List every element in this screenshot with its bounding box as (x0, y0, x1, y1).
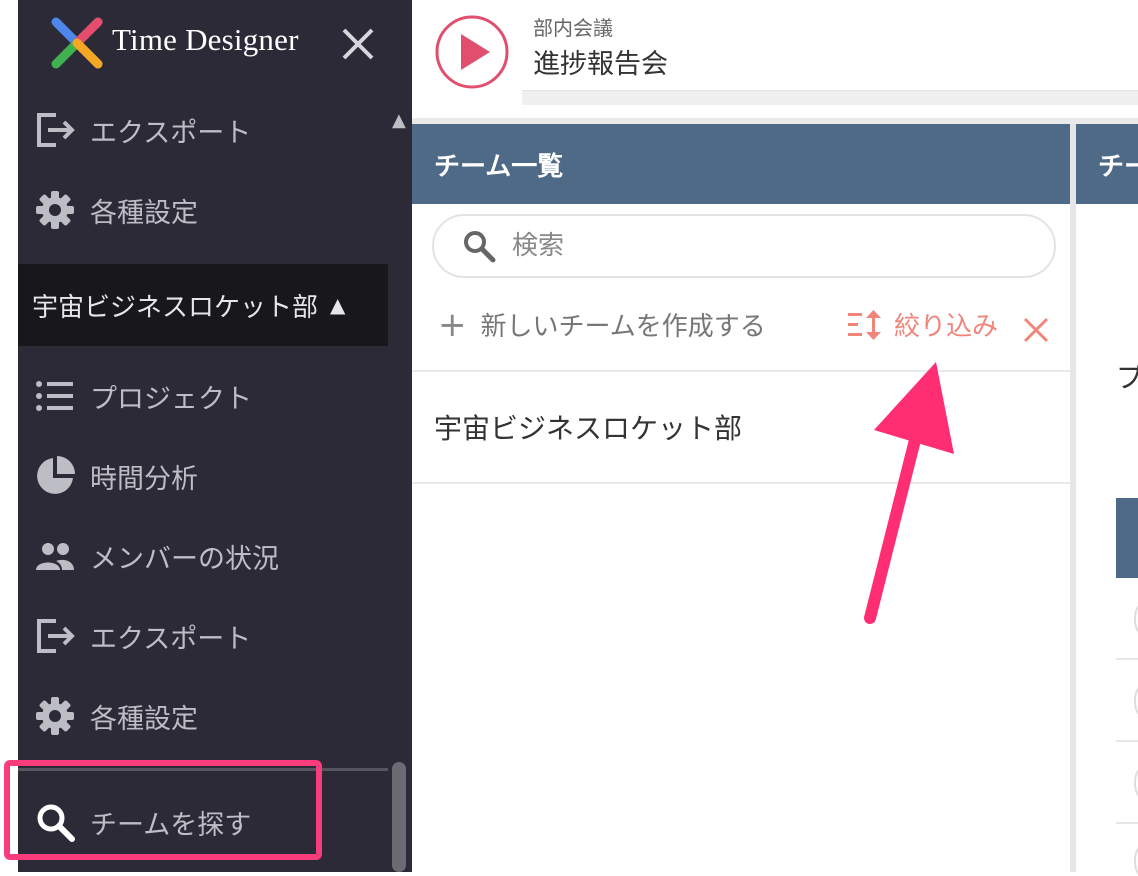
sidebar-item-label: 各種設定 (90, 197, 198, 229)
sidebar-section-team[interactable]: 宇宙ビジネスロケット部 ▲ (18, 264, 388, 346)
gear-icon (34, 695, 76, 737)
team-list-header: チーム一覧 (412, 124, 1070, 204)
sidebar-item-export-top[interactable]: エクスポート (34, 100, 251, 160)
close-icon[interactable] (340, 26, 376, 62)
header-progress-bar (522, 90, 1138, 105)
sidebar-item-members[interactable]: メンバーの状況 (34, 526, 279, 586)
create-team-button[interactable]: + 新しいチームを作成する (438, 306, 766, 343)
sidebar: Time Designer ▲ エクスポート 各種設定 宇宙ビジネスロケット部 … (18, 0, 412, 872)
list-icon (34, 375, 76, 417)
sidebar-item-projects[interactable]: プロジェクト (34, 366, 252, 426)
sidebar-item-settings[interactable]: 各種設定 (34, 686, 198, 746)
triangle-up-icon: ▲ (330, 293, 346, 317)
sidebar-item-time-analysis[interactable]: 時間分析 (34, 446, 198, 506)
sidebar-item-label: メンバーの状況 (90, 543, 279, 575)
export-icon (34, 109, 76, 151)
right-panel-divider (1116, 822, 1138, 824)
right-panel-row-marker[interactable] (1134, 604, 1138, 634)
scroll-up-arrow[interactable]: ▲ (392, 110, 406, 131)
sidebar-item-label: プロジェクト (90, 383, 252, 415)
play-icon[interactable] (434, 14, 510, 90)
sidebar-item-export[interactable]: エクスポート (34, 606, 251, 666)
app-logo-icon (51, 17, 103, 69)
right-panel-divider (1116, 658, 1138, 660)
right-panel-row-marker[interactable] (1134, 768, 1138, 798)
filter-label: 絞り込み (894, 312, 999, 342)
section-label: 宇宙ビジネスロケット部 (32, 292, 319, 323)
list-divider (412, 482, 1070, 484)
people-icon (34, 535, 76, 577)
right-panel-divider (1116, 740, 1138, 742)
right-panel-text: プ (1116, 361, 1138, 394)
panel-title: チーム一覧 (434, 151, 564, 182)
sort-filter-icon (848, 309, 881, 340)
team-name: 宇宙ビジネスロケット部 (434, 412, 743, 445)
search-icon (464, 231, 496, 263)
meeting-title: 進捗報告会 (533, 49, 668, 80)
highlight-annotation (4, 760, 322, 860)
sidebar-item-label: 時間分析 (90, 463, 198, 495)
export-icon (34, 615, 76, 657)
sidebar-item-label: 各種設定 (90, 703, 198, 735)
meeting-category: 部内会議 (533, 16, 613, 40)
panel-separator[interactable] (1070, 124, 1076, 872)
right-panel-header: チー (1076, 124, 1138, 204)
sidebar-item-label: エクスポート (90, 623, 252, 655)
sidebar-scrollbar[interactable] (392, 762, 406, 872)
right-panel-title: チー (1098, 151, 1138, 182)
pie-chart-icon (34, 455, 76, 497)
team-search-input[interactable] (510, 230, 994, 262)
annotation-arrow-icon (864, 362, 954, 624)
plus-icon: + (438, 304, 467, 345)
gear-icon (34, 189, 76, 231)
team-list-item[interactable]: 宇宙ビジネスロケット部 (412, 372, 1070, 482)
right-panel-table-header (1116, 498, 1138, 578)
create-team-label: 新しいチームを作成する (480, 312, 766, 342)
clear-filter-icon[interactable] (1022, 316, 1050, 344)
app-title: Time Designer (112, 22, 299, 57)
filter-button[interactable]: 絞り込み (846, 306, 998, 343)
sidebar-item-label: エクスポート (90, 117, 252, 149)
right-panel-row-marker[interactable] (1134, 686, 1138, 716)
team-search-box[interactable] (432, 214, 1056, 278)
sidebar-item-settings-top[interactable]: 各種設定 (34, 180, 198, 240)
